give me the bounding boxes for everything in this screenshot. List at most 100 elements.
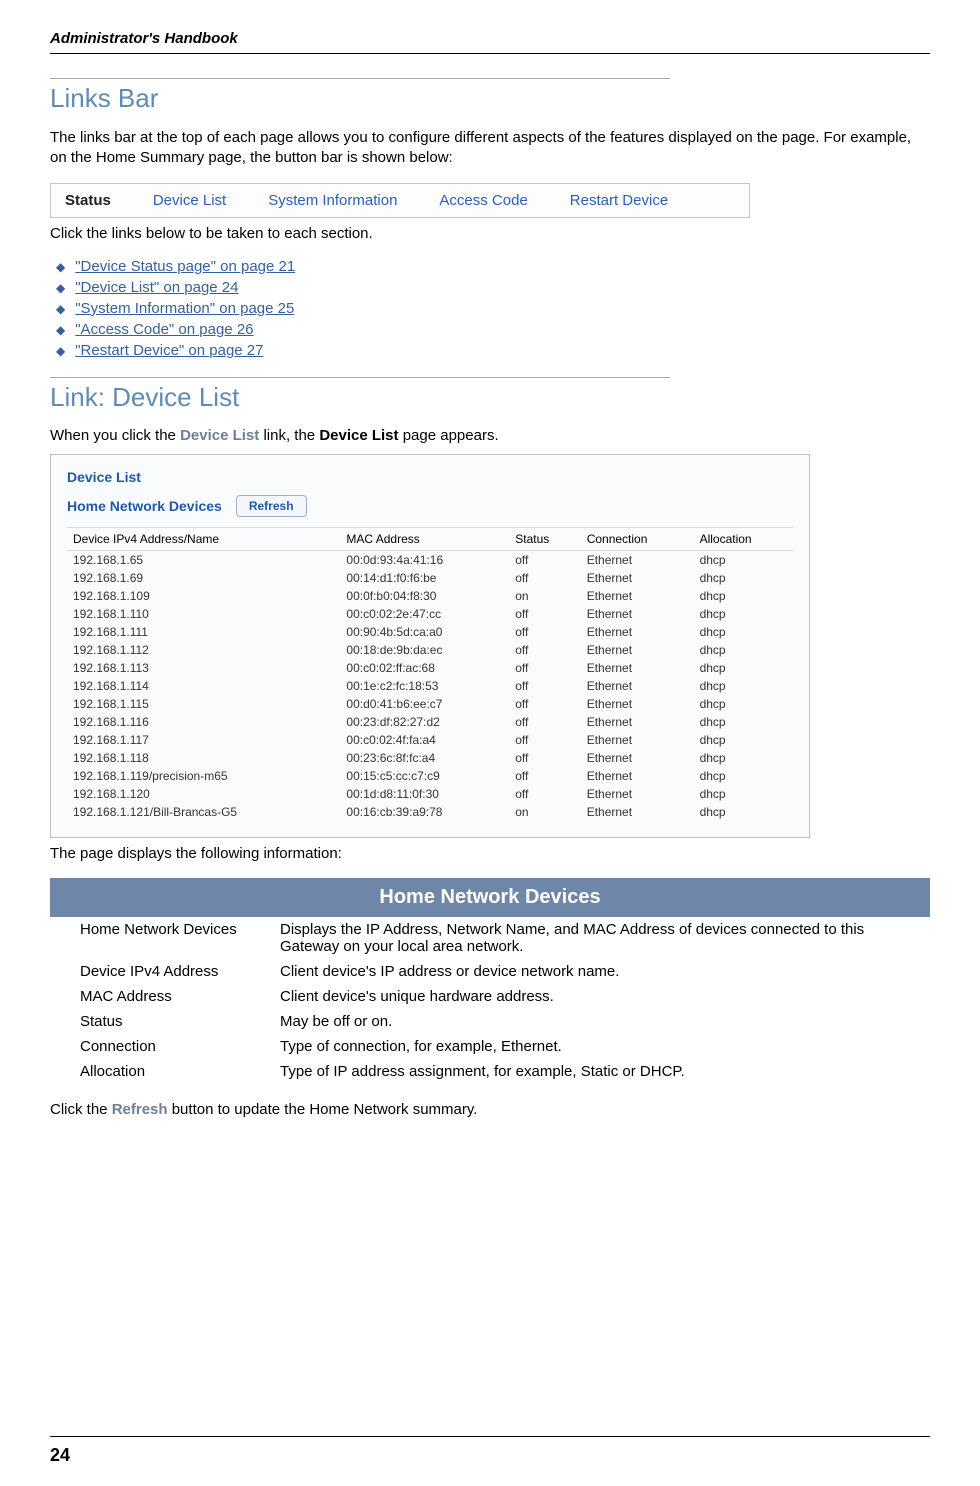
table-cell: Ethernet	[581, 623, 694, 641]
linksbar-device-list: Device List	[153, 192, 226, 209]
table-cell: 192.168.1.119/precision-m65	[67, 767, 340, 785]
panel-title: Device List	[67, 469, 793, 485]
table-cell: 00:14:d1:f0:f6:be	[340, 569, 509, 587]
section-rule-2	[50, 377, 670, 378]
device-list-panel: Device List Home Network Devices Refresh…	[50, 454, 810, 838]
table-cell: Ethernet	[581, 731, 694, 749]
after-panel-text: The page displays the following informat…	[50, 844, 930, 864]
linksbar-status: Status	[65, 192, 111, 209]
table-row: AllocationType of IP address assignment,…	[50, 1059, 930, 1084]
hnd-desc: Client device's unique hardware address.	[270, 984, 930, 1009]
table-cell: dhcp	[694, 677, 793, 695]
table-cell: 00:c0:02:4f:fa:a4	[340, 731, 509, 749]
table-cell: off	[509, 749, 580, 767]
hnd-label: MAC Address	[50, 984, 270, 1009]
list-item: "Restart Device" on page 27	[56, 342, 930, 359]
hnd-desc: Displays the IP Address, Network Name, a…	[270, 917, 930, 959]
table-row: 192.168.1.11100:90:4b:5d:ca:a0offEtherne…	[67, 623, 793, 641]
table-cell: 00:90:4b:5d:ca:a0	[340, 623, 509, 641]
table-cell: 192.168.1.117	[67, 731, 340, 749]
link-access-code[interactable]: "Access Code" on page 26	[75, 321, 253, 338]
table-cell: 192.168.1.120	[67, 785, 340, 803]
click-links-text: Click the links below to be taken to eac…	[50, 224, 930, 244]
panel-subtitle: Home Network Devices	[67, 498, 222, 514]
page-number: 24	[50, 1445, 930, 1466]
device-table: Device IPv4 Address/Name MAC Address Sta…	[67, 527, 793, 821]
hnd-desc: May be off or on.	[270, 1009, 930, 1034]
table-cell: Ethernet	[581, 749, 694, 767]
table-cell: Ethernet	[581, 695, 694, 713]
table-cell: off	[509, 785, 580, 803]
table-cell: 192.168.1.116	[67, 713, 340, 731]
closing-text: Click the Refresh button to update the H…	[50, 1100, 930, 1120]
text: button to update the Home Network summar…	[168, 1101, 478, 1118]
table-cell: 192.168.1.111	[67, 623, 340, 641]
table-cell: Ethernet	[581, 803, 694, 821]
table-cell: 00:1d:d8:11:0f:30	[340, 785, 509, 803]
table-cell: 192.168.1.69	[67, 569, 340, 587]
table-cell: dhcp	[694, 731, 793, 749]
table-cell: 00:23:df:82:27:d2	[340, 713, 509, 731]
table-cell: 00:15:c5:cc:c7:c9	[340, 767, 509, 785]
table-cell: dhcp	[694, 550, 793, 569]
linksbar-access-code: Access Code	[439, 192, 527, 209]
table-cell: 00:c0:02:ff:ac:68	[340, 659, 509, 677]
refresh-button[interactable]: Refresh	[236, 495, 307, 517]
table-cell: Ethernet	[581, 641, 694, 659]
link-system-info[interactable]: "System Information" on page 25	[75, 300, 294, 317]
table-cell: 192.168.1.110	[67, 605, 340, 623]
table-row: 192.168.1.11700:c0:02:4f:fa:a4offEtherne…	[67, 731, 793, 749]
text: link, the	[259, 427, 319, 444]
link-restart-device[interactable]: "Restart Device" on page 27	[75, 342, 263, 359]
table-cell: 192.168.1.115	[67, 695, 340, 713]
device-list-bold: Device List	[319, 427, 398, 444]
table-cell: 192.168.1.114	[67, 677, 340, 695]
table-cell: 00:d0:41:b6:ee:c7	[340, 695, 509, 713]
table-cell: 00:23:6c:8f:fc:a4	[340, 749, 509, 767]
table-cell: dhcp	[694, 713, 793, 731]
table-row: Device IPv4 AddressClient device's IP ad…	[50, 959, 930, 984]
link-device-status[interactable]: "Device Status page" on page 21	[75, 258, 295, 275]
table-cell: 00:16:cb:39:a9:78	[340, 803, 509, 821]
device-list-intro: When you click the Device List link, the…	[50, 427, 930, 444]
refresh-ref: Refresh	[112, 1101, 168, 1118]
table-cell: dhcp	[694, 803, 793, 821]
text: Click the	[50, 1101, 112, 1118]
table-cell: dhcp	[694, 641, 793, 659]
text: When you click the	[50, 427, 180, 444]
table-row: 192.168.1.11000:c0:02:2e:47:ccoffEtherne…	[67, 605, 793, 623]
table-row: StatusMay be off or on.	[50, 1009, 930, 1034]
section-title-device-list: Link: Device List	[50, 382, 930, 413]
table-row: MAC AddressClient device's unique hardwa…	[50, 984, 930, 1009]
hnd-desc: Client device's IP address or device net…	[270, 959, 930, 984]
footer-rule	[50, 1436, 930, 1437]
linksbar-system-info: System Information	[268, 192, 397, 209]
text: page appears.	[399, 427, 499, 444]
table-cell: off	[509, 623, 580, 641]
hnd-label: Allocation	[50, 1059, 270, 1084]
table-cell: off	[509, 641, 580, 659]
table-row: 192.168.1.119/precision-m6500:15:c5:cc:c…	[67, 767, 793, 785]
table-cell: dhcp	[694, 569, 793, 587]
table-cell: 00:0d:93:4a:41:16	[340, 550, 509, 569]
col-header: Connection	[581, 527, 694, 550]
table-row: 192.168.1.11300:c0:02:ff:ac:68offEtherne…	[67, 659, 793, 677]
link-device-list[interactable]: "Device List" on page 24	[75, 279, 238, 296]
table-cell: Ethernet	[581, 713, 694, 731]
hnd-desc: Type of connection, for example, Etherne…	[270, 1034, 930, 1059]
list-item: "System Information" on page 25	[56, 300, 930, 317]
table-cell: 00:18:de:9b:da:ec	[340, 641, 509, 659]
table-cell: Ethernet	[581, 605, 694, 623]
table-row: 192.168.1.11500:d0:41:b6:ee:c7offEtherne…	[67, 695, 793, 713]
table-cell: Ethernet	[581, 785, 694, 803]
table-row: 192.168.1.6500:0d:93:4a:41:16offEthernet…	[67, 550, 793, 569]
table-cell: Ethernet	[581, 550, 694, 569]
links-bar-intro: The links bar at the top of each page al…	[50, 128, 930, 169]
col-header: Device IPv4 Address/Name	[67, 527, 340, 550]
hnd-desc: Type of IP address assignment, for examp…	[270, 1059, 930, 1084]
running-head: Administrator's Handbook	[50, 30, 930, 47]
table-row: Home Network DevicesDisplays the IP Addr…	[50, 917, 930, 959]
section-title-links-bar: Links Bar	[50, 83, 930, 114]
table-cell: 00:0f:b0:04:f8:30	[340, 587, 509, 605]
links-bar-screenshot: Status Device List System Information Ac…	[50, 183, 750, 218]
